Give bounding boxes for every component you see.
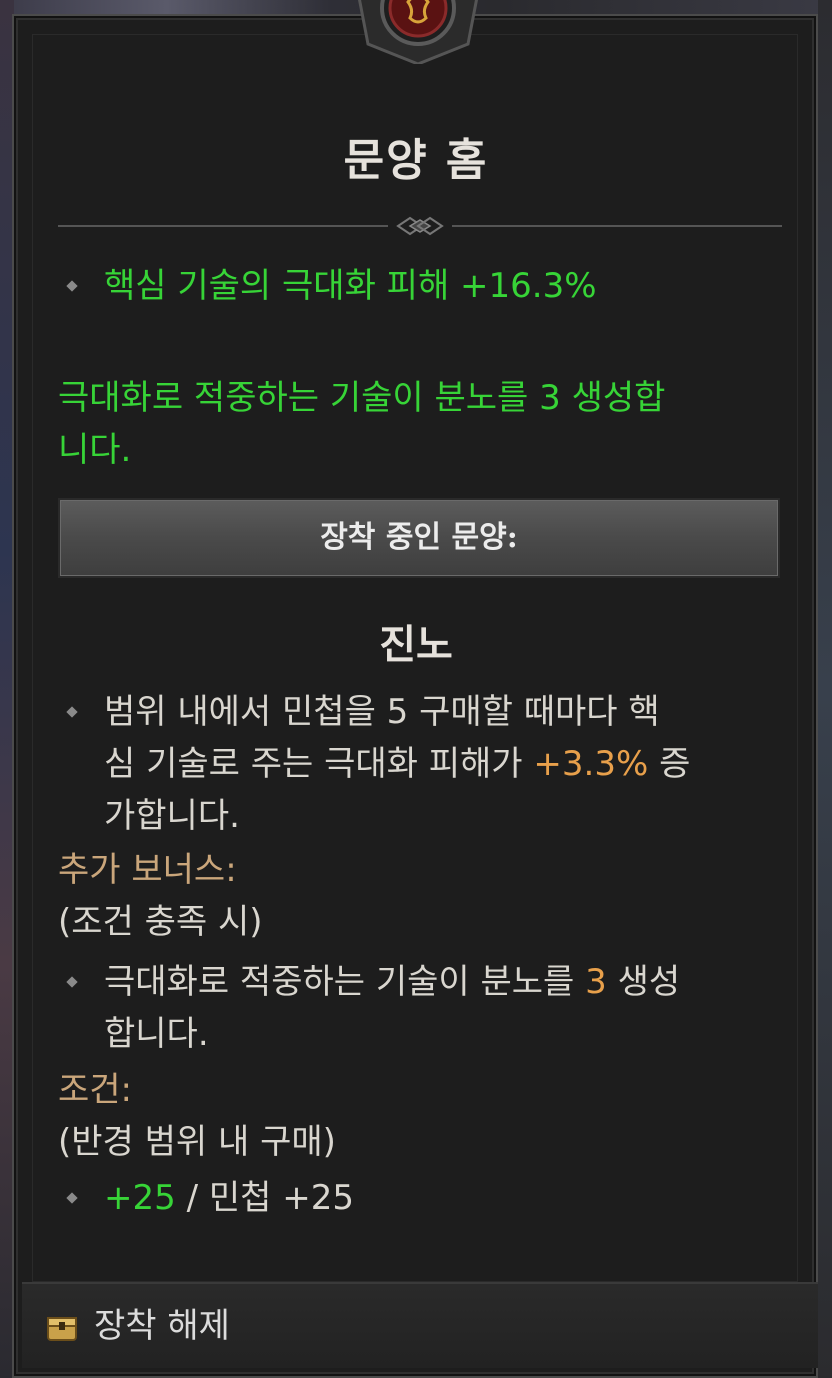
socket-affix-text: 핵심 기술의 극대화 피해 +16.3% bbox=[104, 266, 597, 306]
bullet-icon bbox=[66, 1192, 78, 1204]
glyph-name: 진노 bbox=[379, 621, 453, 668]
requirement-label: 조건: bbox=[58, 1070, 133, 1110]
equipped-glyph-banner-label: 장착 중인 문양: bbox=[320, 520, 518, 555]
requirement-value: +25 / 민첩 +25 bbox=[104, 1172, 354, 1224]
glyph-effect-value: +3.3% bbox=[533, 744, 649, 784]
bonus-effect-line1-tail: 생성 bbox=[617, 962, 681, 1002]
glyph-effect: 범위 내에서 민첩을 5 구매할 때마다 핵 심 기술로 주는 극대화 피해가 … bbox=[58, 686, 788, 846]
bullet-icon bbox=[66, 976, 78, 988]
unequip-chest-icon bbox=[47, 1317, 77, 1341]
glyph-effect-line2: 심 기술로 주는 극대화 피해가 +3.3% 증 bbox=[104, 738, 690, 790]
glyph-effect-line1: 범위 내에서 민첩을 5 구매할 때마다 핵 bbox=[104, 692, 660, 732]
bullet-icon bbox=[66, 280, 78, 292]
title-divider bbox=[58, 216, 782, 236]
requirement-description: (반경 범위 내 구매) bbox=[58, 1122, 336, 1162]
socket-effect-line1: 극대화로 적중하는 기술이 분노를 3 생성합 bbox=[58, 378, 666, 418]
requirement-required: 민첩 +25 bbox=[208, 1178, 354, 1218]
bonus-effect-line1-text: 극대화로 적중하는 기술이 분노를 bbox=[104, 962, 575, 1002]
bonus-effect-value: 3 bbox=[585, 962, 607, 1002]
glyph-effect-line2-tail: 증 bbox=[659, 744, 691, 784]
glyph-emblem-icon bbox=[358, 0, 478, 64]
bullet-icon bbox=[66, 706, 78, 718]
bonus-label: 추가 보너스: bbox=[58, 850, 237, 890]
requirement-row: +25 / 민첩 +25 bbox=[58, 1172, 778, 1224]
equipped-glyph-banner: 장착 중인 문양: bbox=[60, 500, 778, 576]
socket-effect-line2: 니다. bbox=[58, 430, 132, 470]
bonus-effect: 극대화로 적중하는 기술이 분노를 3 생성 합니다. bbox=[58, 956, 788, 1060]
unequip-button[interactable]: 장착 해제 bbox=[22, 1282, 818, 1368]
socket-affix-row: 핵심 기술의 극대화 피해 +16.3% bbox=[58, 260, 778, 312]
bonus-effect-line2: 합니다. bbox=[104, 1014, 209, 1054]
item-title: 문양 홈 bbox=[343, 135, 489, 186]
bonus-effect-line1: 극대화로 적중하는 기술이 분노를 3 생성 bbox=[104, 956, 680, 1008]
glyph-effect-line3: 가합니다. bbox=[104, 796, 240, 836]
background-right bbox=[818, 0, 832, 1378]
unequip-label: 장착 해제 bbox=[94, 1306, 230, 1346]
requirement-separator: / bbox=[186, 1178, 199, 1218]
requirement-current: +25 bbox=[104, 1178, 176, 1218]
glyph-effect-line2-text: 심 기술로 주는 극대화 피해가 bbox=[104, 744, 523, 784]
bonus-condition: (조건 충족 시) bbox=[58, 902, 263, 942]
